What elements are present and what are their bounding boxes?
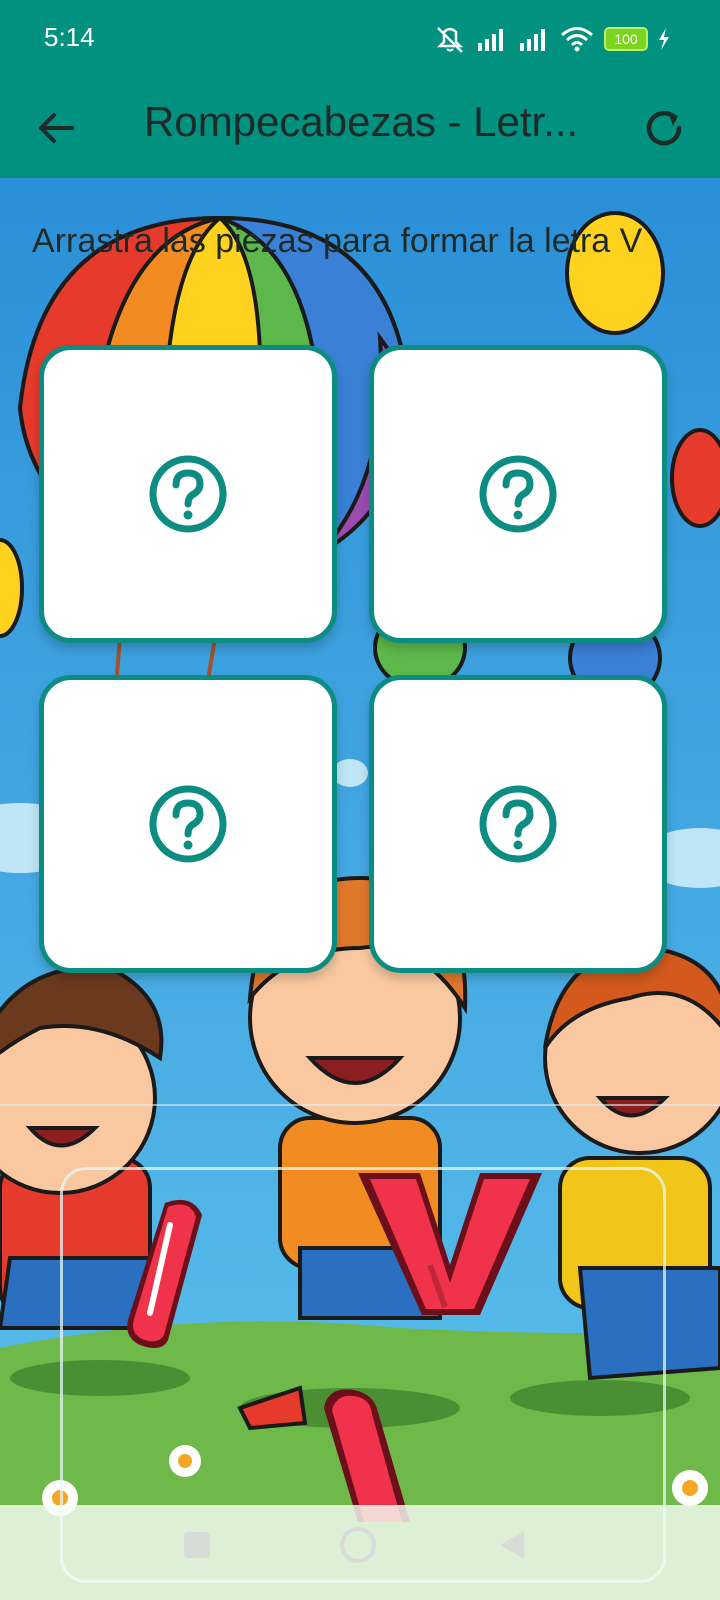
puzzle-slot-1[interactable] <box>39 345 337 643</box>
circle-icon[interactable] <box>338 1525 378 1565</box>
triangle-back-icon[interactable] <box>496 1529 528 1561</box>
question-circle-icon <box>479 455 557 533</box>
mute-vibrate-icon <box>436 27 464 53</box>
square-icon[interactable] <box>182 1530 212 1560</box>
question-circle-icon <box>479 785 557 863</box>
status-time: 5:14 <box>44 22 95 52</box>
puzzle-slot-4[interactable] <box>369 675 667 973</box>
puzzle-slot-3[interactable] <box>39 675 337 973</box>
charging-icon <box>659 28 669 50</box>
status-bar: 5:14 100 <box>0 0 720 78</box>
refresh-icon[interactable] <box>636 100 692 156</box>
wifi-icon <box>561 27 593 52</box>
arrow-left-icon[interactable] <box>32 103 82 153</box>
signal-icon <box>478 29 503 51</box>
instruction-text: Arrastra las piezas para formar la letra… <box>32 222 643 260</box>
question-circle-icon <box>149 455 227 533</box>
navigation-bar <box>0 1505 720 1600</box>
piece-stroke-bottom[interactable] <box>312 1382 422 1522</box>
piece-stroke-left[interactable] <box>110 1185 220 1355</box>
battery-icon: 100 <box>604 27 648 51</box>
puzzle-slot-2[interactable] <box>369 345 667 643</box>
app-bar: Rompecabezas - Letr... <box>0 78 720 178</box>
status-icons: 100 <box>434 22 670 56</box>
tray-divider <box>0 1104 720 1106</box>
question-circle-icon <box>149 785 227 863</box>
page-title: Rompecabezas - Letr... <box>144 98 579 145</box>
signal-icon <box>520 29 545 51</box>
piece-v[interactable] <box>350 1165 550 1325</box>
